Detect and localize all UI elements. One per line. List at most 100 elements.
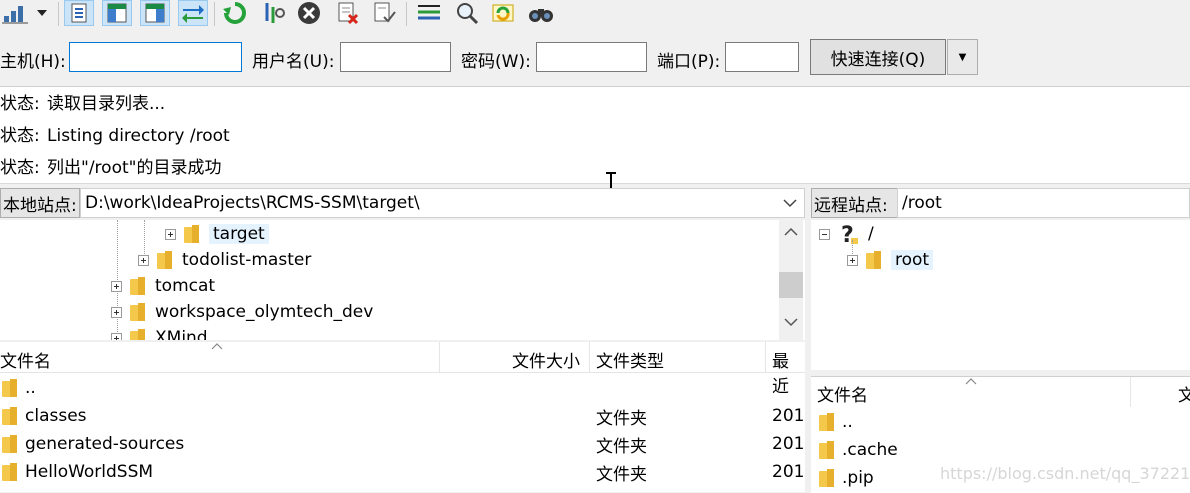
file-name: HelloWorldSSM bbox=[25, 462, 154, 482]
local-path-input[interactable]: D:\work\IdeaProjects\RCMS-SSM\target\ bbox=[80, 188, 805, 218]
local-file-list-header bbox=[0, 342, 805, 373]
column-divider[interactable] bbox=[765, 342, 766, 372]
file-name: .. bbox=[842, 412, 853, 432]
scroll-down-icon[interactable] bbox=[784, 317, 798, 327]
tree-item-label: tomcat bbox=[155, 276, 216, 296]
expand-icon[interactable] bbox=[847, 254, 858, 266]
folder-icon bbox=[130, 329, 145, 340]
cancel-icon[interactable] bbox=[294, 0, 324, 26]
column-header-filename[interactable]: 文件名 bbox=[817, 381, 868, 406]
local-path-text: D:\work\IdeaProjects\RCMS-SSM\target\ bbox=[85, 193, 420, 213]
port-input[interactable] bbox=[725, 42, 799, 72]
password-label: 密码(W): bbox=[461, 52, 531, 72]
file-row[interactable]: .. bbox=[819, 408, 853, 436]
toggle-transfer-queue-icon[interactable] bbox=[178, 0, 208, 26]
site-manager-dropdown-icon[interactable] bbox=[30, 0, 54, 26]
file-name: .pip bbox=[842, 468, 874, 488]
local-tree-item[interactable]: XMind bbox=[111, 325, 208, 340]
remote-directory-tree: ? / root bbox=[811, 220, 1190, 370]
local-tree-item-target[interactable]: target bbox=[165, 221, 269, 247]
column-divider[interactable] bbox=[439, 342, 440, 372]
scroll-up-icon[interactable] bbox=[784, 227, 798, 237]
expand-icon[interactable] bbox=[111, 306, 122, 318]
directory-filter-icon[interactable] bbox=[414, 0, 444, 26]
toggle-local-tree-icon[interactable] bbox=[102, 0, 132, 26]
local-tree-scrollbar[interactable] bbox=[779, 220, 803, 340]
local-path-dropdown-icon[interactable] bbox=[783, 198, 797, 208]
remote-tree-root[interactable]: ? / bbox=[819, 221, 874, 247]
refresh-icon[interactable] bbox=[220, 0, 250, 26]
message-log: 状态: 读取目录列表... 状态: Listing directory /root … bbox=[0, 87, 1190, 196]
file-modified: 201 bbox=[772, 434, 805, 454]
username-label: 用户名(U): bbox=[252, 52, 335, 72]
reconnect-icon[interactable] bbox=[370, 0, 400, 26]
column-header-filesize[interactable]: 文 bbox=[1178, 381, 1190, 406]
toggle-log-icon[interactable] bbox=[64, 0, 94, 26]
file-row[interactable]: classes 文件夹 201 bbox=[2, 402, 804, 430]
column-header-filesize[interactable]: 文件大小 bbox=[512, 347, 580, 372]
username-input[interactable] bbox=[340, 42, 451, 72]
folder-icon bbox=[2, 379, 17, 397]
host-input[interactable] bbox=[69, 42, 242, 72]
folder-icon bbox=[2, 463, 17, 481]
expand-icon[interactable] bbox=[111, 332, 122, 340]
file-row[interactable]: HelloWorldSSM 文件夹 201 bbox=[2, 458, 804, 486]
column-divider[interactable] bbox=[1130, 377, 1131, 407]
local-directory-tree: target todolist-master tomcat workspace_… bbox=[0, 220, 805, 340]
quickconnect-dropdown-icon[interactable]: ▼ bbox=[947, 39, 978, 75]
file-type: 文件夹 bbox=[596, 464, 647, 485]
quickconnect-button[interactable]: 快速连接(Q) bbox=[810, 39, 946, 75]
file-name: generated-sources bbox=[25, 434, 185, 454]
log-message: 读取目录列表... bbox=[47, 94, 166, 114]
file-name: .cache bbox=[842, 440, 898, 460]
process-queue-icon[interactable] bbox=[258, 0, 288, 26]
collapse-icon[interactable] bbox=[819, 228, 830, 240]
log-status-tag: 状态: bbox=[0, 158, 40, 178]
file-row[interactable]: .. bbox=[2, 374, 802, 402]
site-manager-icon[interactable] bbox=[0, 0, 30, 26]
remote-tree-item-root[interactable]: root bbox=[847, 247, 934, 273]
expand-icon[interactable] bbox=[165, 228, 176, 240]
file-name: .. bbox=[25, 378, 36, 398]
remote-path-text: /root bbox=[902, 193, 942, 213]
folder-icon bbox=[819, 441, 834, 459]
expand-icon[interactable] bbox=[111, 280, 122, 292]
column-divider[interactable] bbox=[589, 342, 590, 372]
local-site-label: 本地站点: bbox=[0, 188, 80, 218]
file-name: classes bbox=[25, 406, 87, 426]
expand-icon[interactable] bbox=[138, 254, 149, 266]
port-label: 端口(P): bbox=[657, 52, 721, 72]
local-tree-item[interactable]: workspace_olymtech_dev bbox=[111, 299, 373, 325]
file-row[interactable]: .cache bbox=[819, 436, 898, 464]
column-header-filetype[interactable]: 文件类型 bbox=[596, 347, 664, 372]
file-row[interactable]: generated-sources 文件夹 201 bbox=[2, 430, 805, 458]
password-input[interactable] bbox=[536, 42, 647, 72]
tree-item-label: target bbox=[209, 224, 269, 244]
toolbar-separator bbox=[406, 2, 407, 26]
toggle-remote-tree-icon[interactable] bbox=[140, 0, 170, 26]
sync-browse-icon[interactable] bbox=[488, 0, 518, 26]
folder-icon bbox=[866, 251, 881, 269]
folder-icon bbox=[130, 277, 145, 295]
column-header-filename[interactable]: 文件名 bbox=[0, 347, 51, 372]
folder-icon bbox=[2, 407, 17, 425]
compare-directories-icon[interactable] bbox=[526, 0, 556, 26]
remote-path-input[interactable]: /root bbox=[897, 188, 1190, 218]
file-row[interactable]: .pip bbox=[819, 464, 874, 492]
tree-item-label: XMind bbox=[155, 328, 208, 340]
log-message: 列出"/root"的目录成功 bbox=[47, 158, 222, 178]
sort-asc-icon bbox=[965, 378, 977, 385]
search-icon[interactable] bbox=[452, 0, 482, 26]
local-file-list: 文件名 文件大小 文件类型 最近 .. classes 文件夹 201 gene… bbox=[0, 342, 805, 492]
tree-item-label: root bbox=[891, 250, 934, 270]
file-type: 文件夹 bbox=[596, 408, 647, 429]
toolbar-separator bbox=[214, 2, 215, 26]
local-tree-item[interactable]: todolist-master bbox=[138, 247, 311, 273]
disconnect-icon[interactable] bbox=[334, 0, 364, 26]
tree-item-label: / bbox=[868, 224, 874, 244]
local-tree-item[interactable]: tomcat bbox=[111, 273, 215, 299]
tree-item-label: workspace_olymtech_dev bbox=[155, 302, 374, 322]
scrollbar-thumb[interactable] bbox=[779, 272, 803, 298]
remote-site-label: 远程站点: bbox=[811, 188, 898, 218]
watermark: https://blog.csdn.net/qq_37221991 bbox=[940, 464, 1190, 483]
